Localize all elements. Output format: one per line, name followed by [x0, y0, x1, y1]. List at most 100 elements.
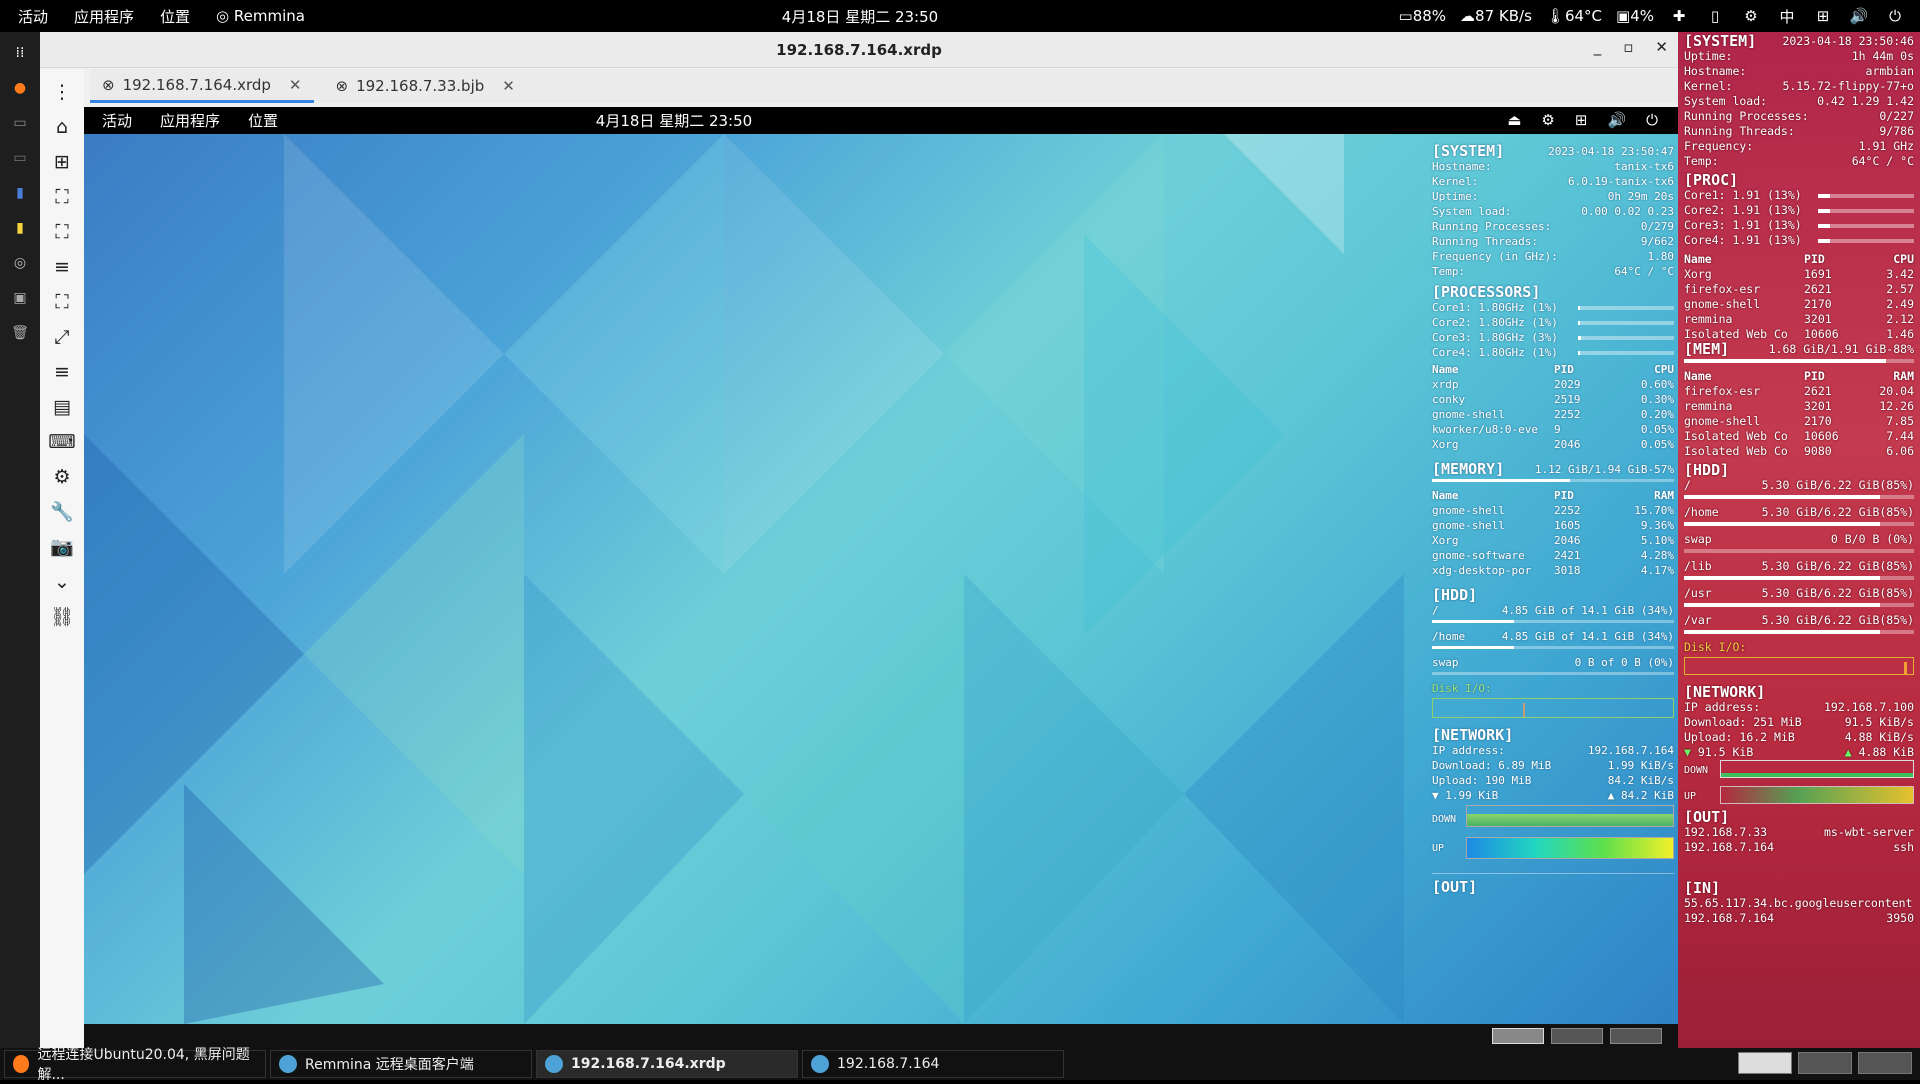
table-row: Isolated Web Co 9080 6.06	[1684, 444, 1914, 459]
fullscreen-icon[interactable]: ⛶	[48, 221, 76, 243]
disconnect-icon[interactable]: ⛓	[48, 606, 76, 628]
workspace-1[interactable]	[1492, 1028, 1544, 1044]
net-speed-indicator[interactable]: ☁87 KB/s	[1460, 7, 1532, 25]
conky-value: 5.15.72-flippy-77+o	[1782, 79, 1914, 93]
trash-icon[interactable]: 🗑	[11, 324, 29, 342]
dynamic-resolution-icon[interactable]: ⤢	[48, 326, 76, 348]
conky-value: 0.00 0.02 0.23	[1581, 205, 1674, 218]
multi-monitor-icon[interactable]: ≡	[48, 361, 76, 383]
remote-power-icon[interactable]: ⏻	[1646, 111, 1658, 129]
app-menu-remmina[interactable]: ◎ Remmina	[216, 7, 305, 25]
switch-tab-icon[interactable]: ▤	[48, 396, 76, 418]
activities-button[interactable]: 活动	[18, 6, 48, 27]
minimize-button[interactable]: _	[1594, 38, 1602, 56]
home-icon[interactable]: ⌂	[48, 116, 76, 138]
tools-icon[interactable]: 🔧	[48, 501, 76, 523]
tab-close-icon[interactable]: ✕	[502, 77, 515, 95]
keyboard-icon[interactable]: ⌨	[48, 431, 76, 453]
taskbar: 远程连接Ubuntu20.04, 黑屏问题解... Remmina 远程桌面客户…	[0, 1047, 1920, 1083]
core-row: Core1: 1.91 (13%)	[1684, 188, 1914, 203]
fit-window-icon[interactable]: ⛶	[48, 186, 76, 208]
remote-clock[interactable]: 4月18日 星期二 23:50	[84, 110, 1264, 131]
table-cell: 2046	[1554, 438, 1581, 451]
core-label: Core4: 1.80GHz (1%)	[1432, 346, 1558, 359]
terminal-icon[interactable]: ▭	[11, 114, 29, 132]
remote-volume-icon[interactable]: 🔊	[1607, 111, 1626, 129]
conky-value: 0/227	[1879, 109, 1914, 123]
remote-desktop-view[interactable]: 活动 应用程序 位置 4月18日 星期二 23:50 ⏏ ⚙ ⊞ 🔊 ⏻ [SY…	[84, 107, 1678, 1048]
disk-indicator[interactable]: ▣4%	[1616, 7, 1654, 25]
tab-bjb[interactable]: ⊗ 192.168.7.33.bjb ✕	[324, 69, 527, 103]
table-cell: 7.85	[1886, 414, 1914, 428]
text-editor-icon[interactable]: ▮	[11, 219, 29, 237]
battery-indicator[interactable]: ▭88%	[1399, 7, 1447, 25]
scale-icon[interactable]: ⛶	[48, 291, 76, 313]
task-ssh-session[interactable]: 192.168.7.164	[802, 1050, 1064, 1078]
hdd-usage: 5.30 GiB/6.22 GiB(85%)	[1761, 505, 1914, 519]
workspace-3[interactable]	[1610, 1028, 1662, 1044]
power-icon[interactable]: ⏻	[1884, 7, 1906, 25]
conky-value: 1.91 GHz	[1858, 139, 1914, 153]
remote-network-icon[interactable]: ⊞	[1575, 111, 1588, 129]
hdd-bar	[1684, 549, 1914, 553]
down-graph	[1466, 805, 1674, 827]
task-firefox[interactable]: 远程连接Ubuntu20.04, 黑屏问题解...	[4, 1047, 266, 1083]
up-now: 84.2 KiB	[1621, 789, 1674, 802]
task-remmina-client[interactable]: Remmina 远程桌面客户端	[270, 1050, 532, 1078]
ime-indicator[interactable]: 中	[1776, 6, 1798, 27]
terminal2-icon[interactable]: ▭	[11, 149, 29, 167]
screenshot-icon[interactable]: 📷	[48, 536, 76, 558]
table-row: gnome-shell 2252 15.70%	[1432, 503, 1674, 518]
maximize-button[interactable]: ▫	[1623, 38, 1633, 56]
firefox-icon[interactable]: ●	[11, 79, 29, 97]
hdd-bar	[1684, 495, 1914, 499]
conky-value: 0h 29m 20s	[1607, 190, 1674, 203]
window-title: 192.168.7.164.xrdp	[776, 41, 942, 59]
extension-icon[interactable]: ✚	[1668, 7, 1690, 25]
workspace-2[interactable]	[1798, 1052, 1852, 1074]
clipboard-icon[interactable]: ▯	[1704, 7, 1726, 25]
places-menu[interactable]: 位置	[160, 6, 190, 27]
table-cell: gnome-shell	[1684, 414, 1761, 428]
up-label: UP	[1684, 791, 1697, 802]
out-connections: 192.168.7.33 ms-wbt-server 192.168.7.164 ss…	[1684, 825, 1914, 855]
mem-usage: 1.68 GiB/1.91 GiB-88%	[1768, 342, 1914, 356]
col-pid: PID	[1804, 369, 1825, 383]
conky-key: Temp:	[1432, 265, 1466, 278]
table-cell: Isolated Web Co	[1684, 444, 1788, 458]
window-titlebar[interactable]: 192.168.7.164.xrdp _ ▫ ✕	[40, 32, 1678, 68]
workspace-3[interactable]	[1858, 1052, 1912, 1074]
hdd-mount: /usr	[1684, 586, 1712, 600]
new-connection-icon[interactable]: ⊞	[48, 151, 76, 173]
col-cpu: CPU	[1654, 363, 1674, 376]
minimize-toolbar-icon[interactable]: ⌄	[48, 571, 76, 593]
workspace-1[interactable]	[1738, 1052, 1792, 1074]
software-icon[interactable]: ▣	[11, 289, 29, 307]
up-graph	[1466, 837, 1674, 859]
conn-port: ms-wbt-server	[1823, 825, 1914, 839]
table-cell: 7.44	[1886, 429, 1914, 443]
menu-icon[interactable]: ⋮	[48, 81, 76, 103]
hdd-usage: 4.85 GiB of 14.1 GiB (34%)	[1501, 630, 1674, 643]
settings-icon[interactable]: ⚙	[1740, 7, 1762, 25]
applications-menu[interactable]: 应用程序	[74, 6, 134, 27]
temp-indicator[interactable]: 🌡64°C	[1546, 7, 1602, 25]
menu-lines-icon[interactable]: ≡	[48, 256, 76, 278]
tab-xrdp[interactable]: ⊗ 192.168.7.164.xrdp ✕	[90, 69, 314, 103]
task-xrdp-session[interactable]: 192.168.7.164.xrdp	[536, 1050, 798, 1078]
remote-settings-icon[interactable]: ⚙	[1541, 111, 1554, 129]
preferences-icon[interactable]: ⚙	[48, 466, 76, 488]
tab-close-icon[interactable]: ✕	[289, 76, 302, 94]
hdd-usage: 0 B of 0 B (0%)	[1574, 656, 1674, 669]
network-icon[interactable]: ⊞	[1812, 7, 1834, 25]
hdd-list: / 4.85 GiB of 14.1 GiB (34%) /home 4.85 GiB…	[1432, 603, 1674, 675]
remmina-icon[interactable]: ◎	[11, 254, 29, 272]
close-button[interactable]: ✕	[1655, 38, 1668, 56]
hdd-mount: /lib	[1684, 559, 1712, 573]
eject-icon[interactable]: ⏏	[1507, 111, 1521, 129]
workspace-2[interactable]	[1551, 1028, 1603, 1044]
document-viewer-icon[interactable]: ▮	[11, 184, 29, 202]
volume-icon[interactable]: 🔊	[1848, 7, 1870, 25]
app-grid-icon[interactable]: ⁞⁞	[11, 44, 29, 62]
hdd-bar	[1684, 630, 1914, 634]
